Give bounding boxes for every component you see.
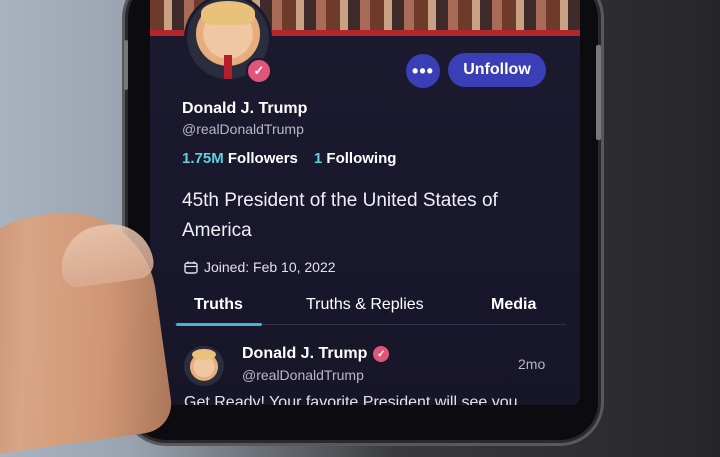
profile-tabs: Truths Truths & Replies Media — [174, 292, 566, 326]
post-author-avatar[interactable] — [184, 346, 224, 386]
followers-label: Followers — [227, 150, 298, 167]
calendar-icon — [184, 261, 198, 274]
profile-stats: 1.75M Followers 1 Following — [182, 150, 396, 167]
profile-name: Donald J. Trump — [182, 100, 308, 117]
followers-link[interactable]: 1.75M Followers — [182, 150, 298, 167]
joined-date-text: Joined: Feb 10, 2022 — [204, 259, 336, 275]
unfollow-button[interactable]: Unfollow — [448, 53, 546, 87]
verified-badge-icon: ✓ — [373, 346, 390, 362]
tab-truths[interactable]: Truths — [194, 296, 243, 314]
post-text: Get Ready! Your favorite President will … — [184, 394, 518, 405]
avatar-hair — [201, 1, 255, 25]
profile-bio: 45th President of the United States of A… — [182, 190, 498, 241]
active-tab-indicator — [176, 323, 262, 326]
app-screen: ✓ ••• Unfollow Donald J. Trump @realDona… — [150, 0, 580, 405]
tab-media[interactable]: Media — [491, 296, 536, 314]
post-avatar-hair — [192, 349, 216, 360]
more-options-button[interactable]: ••• — [406, 54, 440, 88]
post-author-row: Donald J. Trump ✓ — [242, 345, 390, 363]
post-author-name[interactable]: Donald J. Trump — [242, 345, 367, 363]
joined-date-row: Joined: Feb 10, 2022 — [184, 259, 336, 275]
profile-handle: @realDonaldTrump — [182, 121, 304, 137]
following-count: 1 — [313, 150, 323, 167]
post-author-handle: @realDonaldTrump — [242, 367, 364, 383]
followers-count: 1.75M — [182, 150, 224, 167]
post-timestamp: 2mo — [518, 356, 546, 372]
tab-truths-and-replies[interactable]: Truths & Replies — [306, 296, 424, 314]
phone-side-button — [124, 40, 128, 90]
phone-power-button — [596, 45, 601, 140]
verified-badge-icon: ✓ — [246, 58, 272, 84]
following-link[interactable]: 1 Following — [314, 150, 397, 167]
following-label: Following — [326, 150, 397, 167]
avatar-tie — [224, 55, 232, 79]
